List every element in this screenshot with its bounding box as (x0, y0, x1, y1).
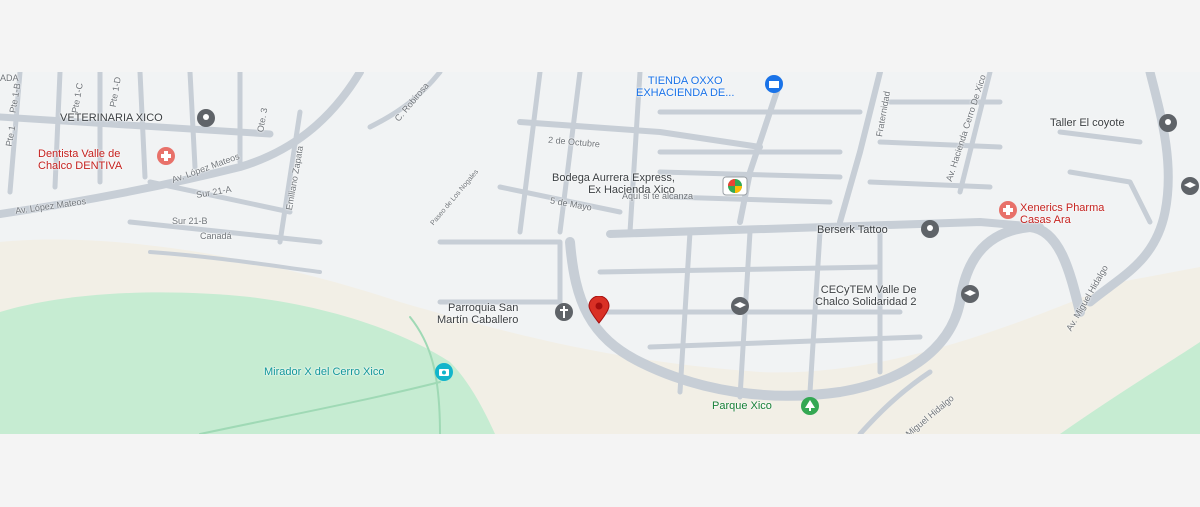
road-fraternidad (837, 72, 883, 225)
road-left-vertical-4 (137, 72, 148, 180)
road-block-3 (657, 169, 843, 180)
poi-xenerics[interactable]: Xenerics Pharma Casas Ara (1020, 202, 1104, 226)
road-right-3 (867, 179, 993, 190)
poi-parque[interactable]: Parque Xico (712, 400, 772, 412)
street-sur21b: Sur 21-B (172, 216, 208, 226)
road-far-right-1 (1057, 129, 1143, 145)
poi-veterinaria[interactable]: VETERINARIA XICO (60, 112, 163, 124)
poi-bodega-sub: Aquí si te alcanza (622, 191, 694, 201)
street-ada: ADA (0, 73, 19, 83)
street-canada: Canadá (200, 231, 232, 241)
road-right-2 (877, 139, 1003, 150)
poi-parroquia[interactable]: Parroquia San Martín Caballero (437, 302, 518, 326)
map-canvas[interactable]: TIENDA OXXO EXHACIENDA DE... VETERINARIA… (0, 72, 1200, 434)
poi-berserk[interactable]: Berserk Tattoo (817, 224, 888, 236)
road-block-4 (667, 194, 833, 205)
poi-tienda-oxxo[interactable]: TIENDA OXXO EXHACIENDA DE... (636, 75, 734, 99)
poi-cecytem[interactable]: CECyTEM Valle De Chalco Solidaridad 2 (815, 284, 917, 308)
poi-dentista[interactable]: Dentista Valle de Chalco DENTIVA (38, 148, 122, 172)
road-left-block (437, 239, 563, 305)
road-mid-v1 (517, 72, 543, 235)
poi-taller[interactable]: Taller El coyote (1050, 117, 1125, 129)
road-av-lopez (0, 72, 364, 218)
poi-mirador[interactable]: Mirador X del Cerro Xico (264, 366, 384, 378)
road-left-vertical-5 (187, 72, 198, 170)
road-bottom-1 (597, 264, 883, 275)
map-base (0, 72, 1200, 434)
